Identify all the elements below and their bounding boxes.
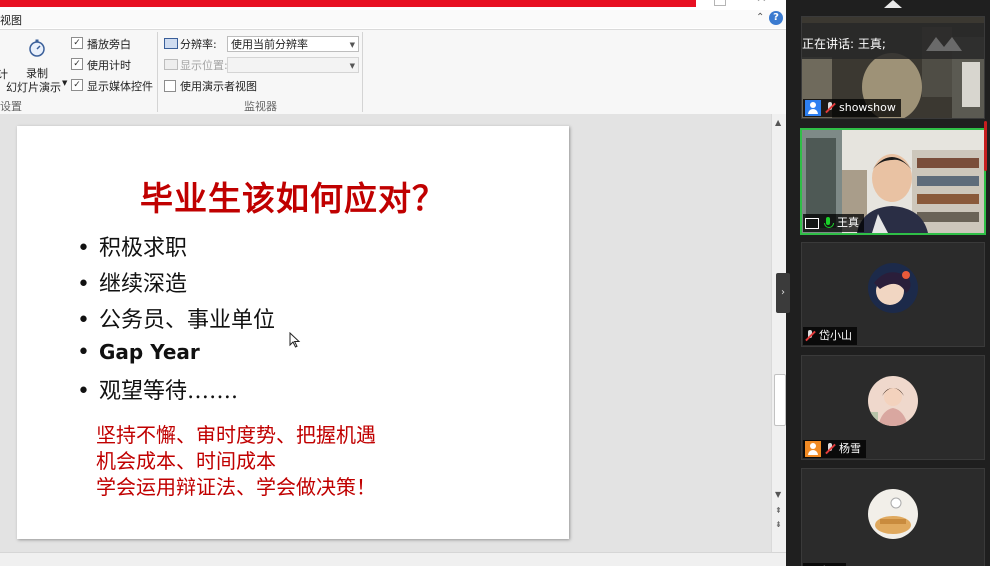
group-divider bbox=[362, 32, 363, 112]
menu-row bbox=[0, 10, 786, 28]
bullet-item: • 继续深造 bbox=[77, 272, 188, 297]
user-icon bbox=[805, 100, 821, 116]
bullet-text: Gap Year bbox=[99, 340, 200, 364]
checkbox-timings-label: 使用计时 bbox=[87, 59, 131, 72]
mic-active-icon bbox=[823, 217, 834, 229]
mic-muted-icon bbox=[825, 102, 835, 114]
resolution-value: 使用当前分辨率 bbox=[231, 38, 308, 51]
meeting-participants-panel: 正在讲话: 王真; showshow 王真 岱小山 杨雪 bbox=[790, 0, 990, 566]
slide-editing-canvas[interactable]: 毕业生该如何应对？ • 积极求职 • 继续深造 • 公务员、事业单位 • Gap Yea… bbox=[0, 114, 771, 552]
bullet-item: • 公务员、事业单位 bbox=[77, 308, 276, 333]
stopwatch-icon[interactable] bbox=[27, 38, 47, 58]
scroll-up-icon[interactable]: ▲ bbox=[775, 118, 781, 127]
close-window-icon[interactable]: ✕ bbox=[756, 0, 767, 6]
vertical-scrollbar[interactable]: ▲ ▼ ⇞ ⇟ bbox=[771, 114, 786, 552]
participant-tile[interactable]: 岱小山 bbox=[801, 242, 985, 347]
display-location-label: 显示位置: bbox=[180, 59, 228, 72]
avatar bbox=[868, 489, 918, 539]
participant-name: 杨雪 bbox=[839, 442, 861, 455]
resolution-dropdown[interactable]: 使用当前分辨率 ▼ bbox=[227, 36, 359, 52]
bullet-text: 积极求职 bbox=[99, 236, 188, 261]
previous-slide-icon[interactable]: ⇞ bbox=[775, 506, 782, 515]
highlight-line: 坚持不懈、审时度势、把握机遇 bbox=[96, 423, 376, 447]
chevron-down-icon: ▼ bbox=[349, 62, 355, 70]
participant-tile[interactable]: 穷人 bbox=[801, 468, 985, 566]
bullet-text: 观望等待……. bbox=[99, 379, 238, 404]
resolution-label: 分辨率: bbox=[180, 38, 217, 51]
group-divider bbox=[157, 32, 158, 112]
help-icon[interactable]: ? bbox=[769, 11, 783, 25]
participant-name-tag: 岱小山 bbox=[803, 327, 857, 345]
avatar bbox=[868, 263, 918, 313]
title-highlight-bar bbox=[0, 0, 696, 7]
checkbox-narration[interactable]: ✓ bbox=[71, 37, 83, 49]
participant-name-tag: 王真 bbox=[803, 214, 864, 232]
group-label-setup: 设置 bbox=[0, 100, 22, 113]
display-location-icon bbox=[164, 59, 178, 70]
participant-tile[interactable]: 杨雪 bbox=[801, 355, 985, 460]
participant-name-tag: showshow bbox=[803, 99, 901, 117]
presenter-view-label: 使用演示者视图 bbox=[180, 80, 257, 93]
bullet-item: • 积极求职 bbox=[77, 236, 188, 261]
panel-scroll-indicator[interactable] bbox=[984, 121, 987, 171]
participant-name-tag: 杨雪 bbox=[803, 440, 866, 458]
bullet-text: 公务员、事业单位 bbox=[99, 308, 276, 333]
resolution-icon bbox=[164, 38, 178, 49]
scroll-down-icon[interactable]: ▼ bbox=[775, 490, 781, 499]
app-logo-icon bbox=[922, 31, 972, 57]
participant-tile[interactable]: 正在讲话: 王真; showshow bbox=[801, 16, 985, 119]
ribbon: 计 录制 幻灯片演示 ▼ ✓ 播放旁白 ✓ 使用计时 ✓ 显示媒体控件 设置 分… bbox=[0, 29, 786, 115]
restore-window-icon[interactable] bbox=[714, 0, 726, 6]
highlight-line: 机会成本、时间成本 bbox=[96, 449, 276, 473]
bullet-item: • Gap Year bbox=[77, 340, 200, 365]
dropdown-arrow-icon[interactable]: ▼ bbox=[62, 79, 67, 87]
participant-tile-active[interactable]: 王真 bbox=[800, 128, 986, 235]
user-icon bbox=[805, 441, 821, 457]
mic-muted-icon bbox=[825, 443, 835, 455]
chevron-down-icon: ▼ bbox=[349, 41, 355, 49]
scroll-thumb[interactable] bbox=[774, 374, 786, 426]
avatar bbox=[868, 376, 918, 426]
bullet-item: • 观望等待……. bbox=[77, 379, 238, 404]
mic-muted-icon bbox=[805, 330, 815, 342]
checkbox-presenter-view[interactable] bbox=[164, 80, 176, 92]
highlight-line: 学会运用辩证法、学会做决策！ bbox=[96, 475, 376, 499]
checkbox-narration-label: 播放旁白 bbox=[87, 38, 131, 51]
checkbox-timings[interactable]: ✓ bbox=[71, 58, 83, 70]
active-speaker-text: 正在讲话: 王真; bbox=[802, 37, 886, 51]
horizontal-scrollbar[interactable] bbox=[0, 552, 786, 566]
checkbox-media-controls-label: 显示媒体控件 bbox=[87, 80, 153, 93]
participant-name: 岱小山 bbox=[819, 329, 852, 342]
checkbox-media-controls[interactable]: ✓ bbox=[71, 79, 83, 91]
bullet-text: 继续深造 bbox=[99, 272, 188, 297]
powerpoint-window: ✕ 视图 ⌃ ? 计 录制 幻灯片演示 ▼ ✓ 播放旁白 ✓ 使用计时 ✓ 显示… bbox=[0, 0, 786, 566]
menu-tab-view[interactable]: 视图 bbox=[0, 12, 22, 28]
collapse-up-icon[interactable] bbox=[884, 0, 902, 8]
screen-share-icon bbox=[805, 217, 819, 229]
display-location-dropdown[interactable]: ▼ bbox=[227, 57, 359, 73]
mouse-pointer-icon bbox=[289, 331, 301, 352]
slide-title: 毕业生该如何应对？ bbox=[140, 179, 446, 218]
group-label-monitors: 监视器 bbox=[244, 100, 277, 113]
next-slide-icon[interactable]: ⇟ bbox=[775, 520, 782, 529]
participant-name: showshow bbox=[839, 101, 896, 114]
participant-name: 王真 bbox=[837, 216, 859, 229]
record-slideshow-dropdown[interactable]: 幻灯片演示 bbox=[6, 79, 61, 95]
minimize-ribbon-icon[interactable]: ⌃ bbox=[756, 12, 764, 23]
collapse-panel-chevron-icon[interactable]: › bbox=[776, 273, 790, 313]
